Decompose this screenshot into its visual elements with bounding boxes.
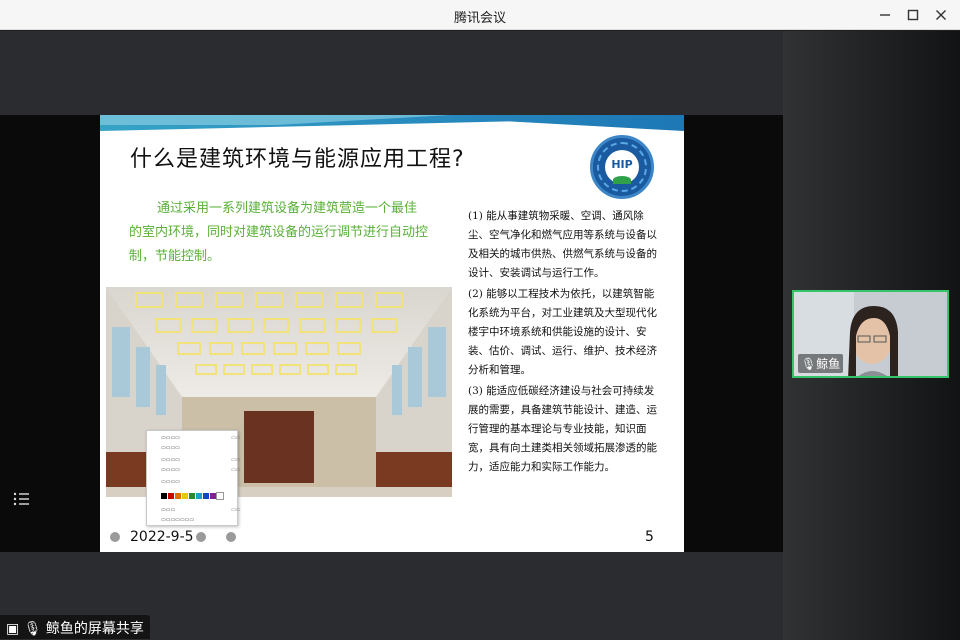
menu-item[interactable]: ▭▭▭▭ ▭▭ bbox=[161, 457, 240, 465]
screen-share-icon: ▣ bbox=[6, 621, 20, 637]
screen-share-text: 鲸鱼的屏幕共享 bbox=[45, 621, 144, 637]
participant-name-label: 🎙鲸鱼 bbox=[798, 354, 844, 373]
participant-video-tile[interactable]: 🎙鲸鱼 bbox=[792, 290, 949, 378]
title-bar: 腾讯会议 bbox=[0, 0, 960, 30]
meeting-window: 腾讯会议 什么是建筑环境与能源应用工程? HIP 通过采用一系列建筑设备为建筑营… bbox=[0, 0, 960, 640]
screen-share-label: ▣ 🎙 鲸鱼的屏幕共享 bbox=[0, 615, 150, 639]
pen-tool-icon[interactable] bbox=[196, 532, 206, 542]
slide-item: (1) 能从事建筑物采暖、空调、通风除尘、空气净化和燃气应用等系统与设备以及相关… bbox=[468, 210, 657, 279]
microphone-icon: 🎙 bbox=[801, 357, 817, 371]
slide-item: (3) 能适应低碳经济建设与社会可持续发展的需要，具备建筑节能设计、建造、运行管… bbox=[468, 385, 657, 473]
slide-date: 2022-9-5 bbox=[130, 529, 194, 545]
microphone-icon: 🎙 bbox=[23, 621, 42, 637]
logo-text: HIP bbox=[611, 158, 633, 171]
maximize-icon bbox=[907, 9, 919, 21]
menu-item[interactable]: ▭▭▭▭ ▭▭ bbox=[161, 435, 240, 443]
minimize-icon bbox=[880, 14, 890, 16]
menu-item[interactable]: ▭▭▭▭ bbox=[161, 445, 180, 453]
prev-slide-icon[interactable] bbox=[110, 532, 120, 542]
slide-intro: 通过采用一系列建筑设备为建筑营造一个最佳的室内环境，同时对建筑设备的运行调节进行… bbox=[129, 201, 429, 264]
close-icon bbox=[936, 10, 946, 20]
menu-item[interactable]: ▭▭▭▭ bbox=[161, 479, 180, 487]
maximize-button[interactable] bbox=[902, 5, 924, 25]
slide-item-list: (1) 能从事建筑物采暖、空调、通风除尘、空气净化和燃气应用等系统与设备以及相关… bbox=[468, 207, 664, 479]
menu-item[interactable]: ▭▭▭ ▭▭ bbox=[161, 507, 240, 515]
university-logo: HIP bbox=[590, 135, 654, 199]
participant-name: 鲸鱼 bbox=[816, 357, 841, 371]
slide-title: 什么是建筑环境与能源应用工程? bbox=[130, 147, 465, 172]
menu-list-icon[interactable] bbox=[12, 489, 32, 509]
close-button[interactable] bbox=[930, 5, 952, 25]
menu-item[interactable]: ▭▭▭▭ ▭▭ bbox=[161, 467, 240, 475]
window-title: 腾讯会议 bbox=[453, 11, 506, 26]
slide-item: (2) 能够以工程技术为依托，以建筑智能化系统为平台，对工业建筑及大型现代化楼宇… bbox=[468, 288, 657, 376]
slide-header-band bbox=[100, 115, 684, 131]
menu-item[interactable]: ▭▭▭▭▭▭▭ bbox=[161, 517, 194, 525]
minimize-button[interactable] bbox=[874, 5, 896, 25]
ink-color-palette[interactable] bbox=[161, 492, 235, 500]
more-tools-icon[interactable] bbox=[226, 532, 236, 542]
slide-page-number: 5 bbox=[645, 529, 654, 545]
context-menu[interactable]: ▭▭▭▭ ▭▭ ▭▭▭▭ ▭▭▭▭ ▭▭ ▭▭▭▭ ▭▭ ▭▭▭▭ ▭▭▭ ▭▭ ▭▭▭… bbox=[146, 430, 240, 526]
